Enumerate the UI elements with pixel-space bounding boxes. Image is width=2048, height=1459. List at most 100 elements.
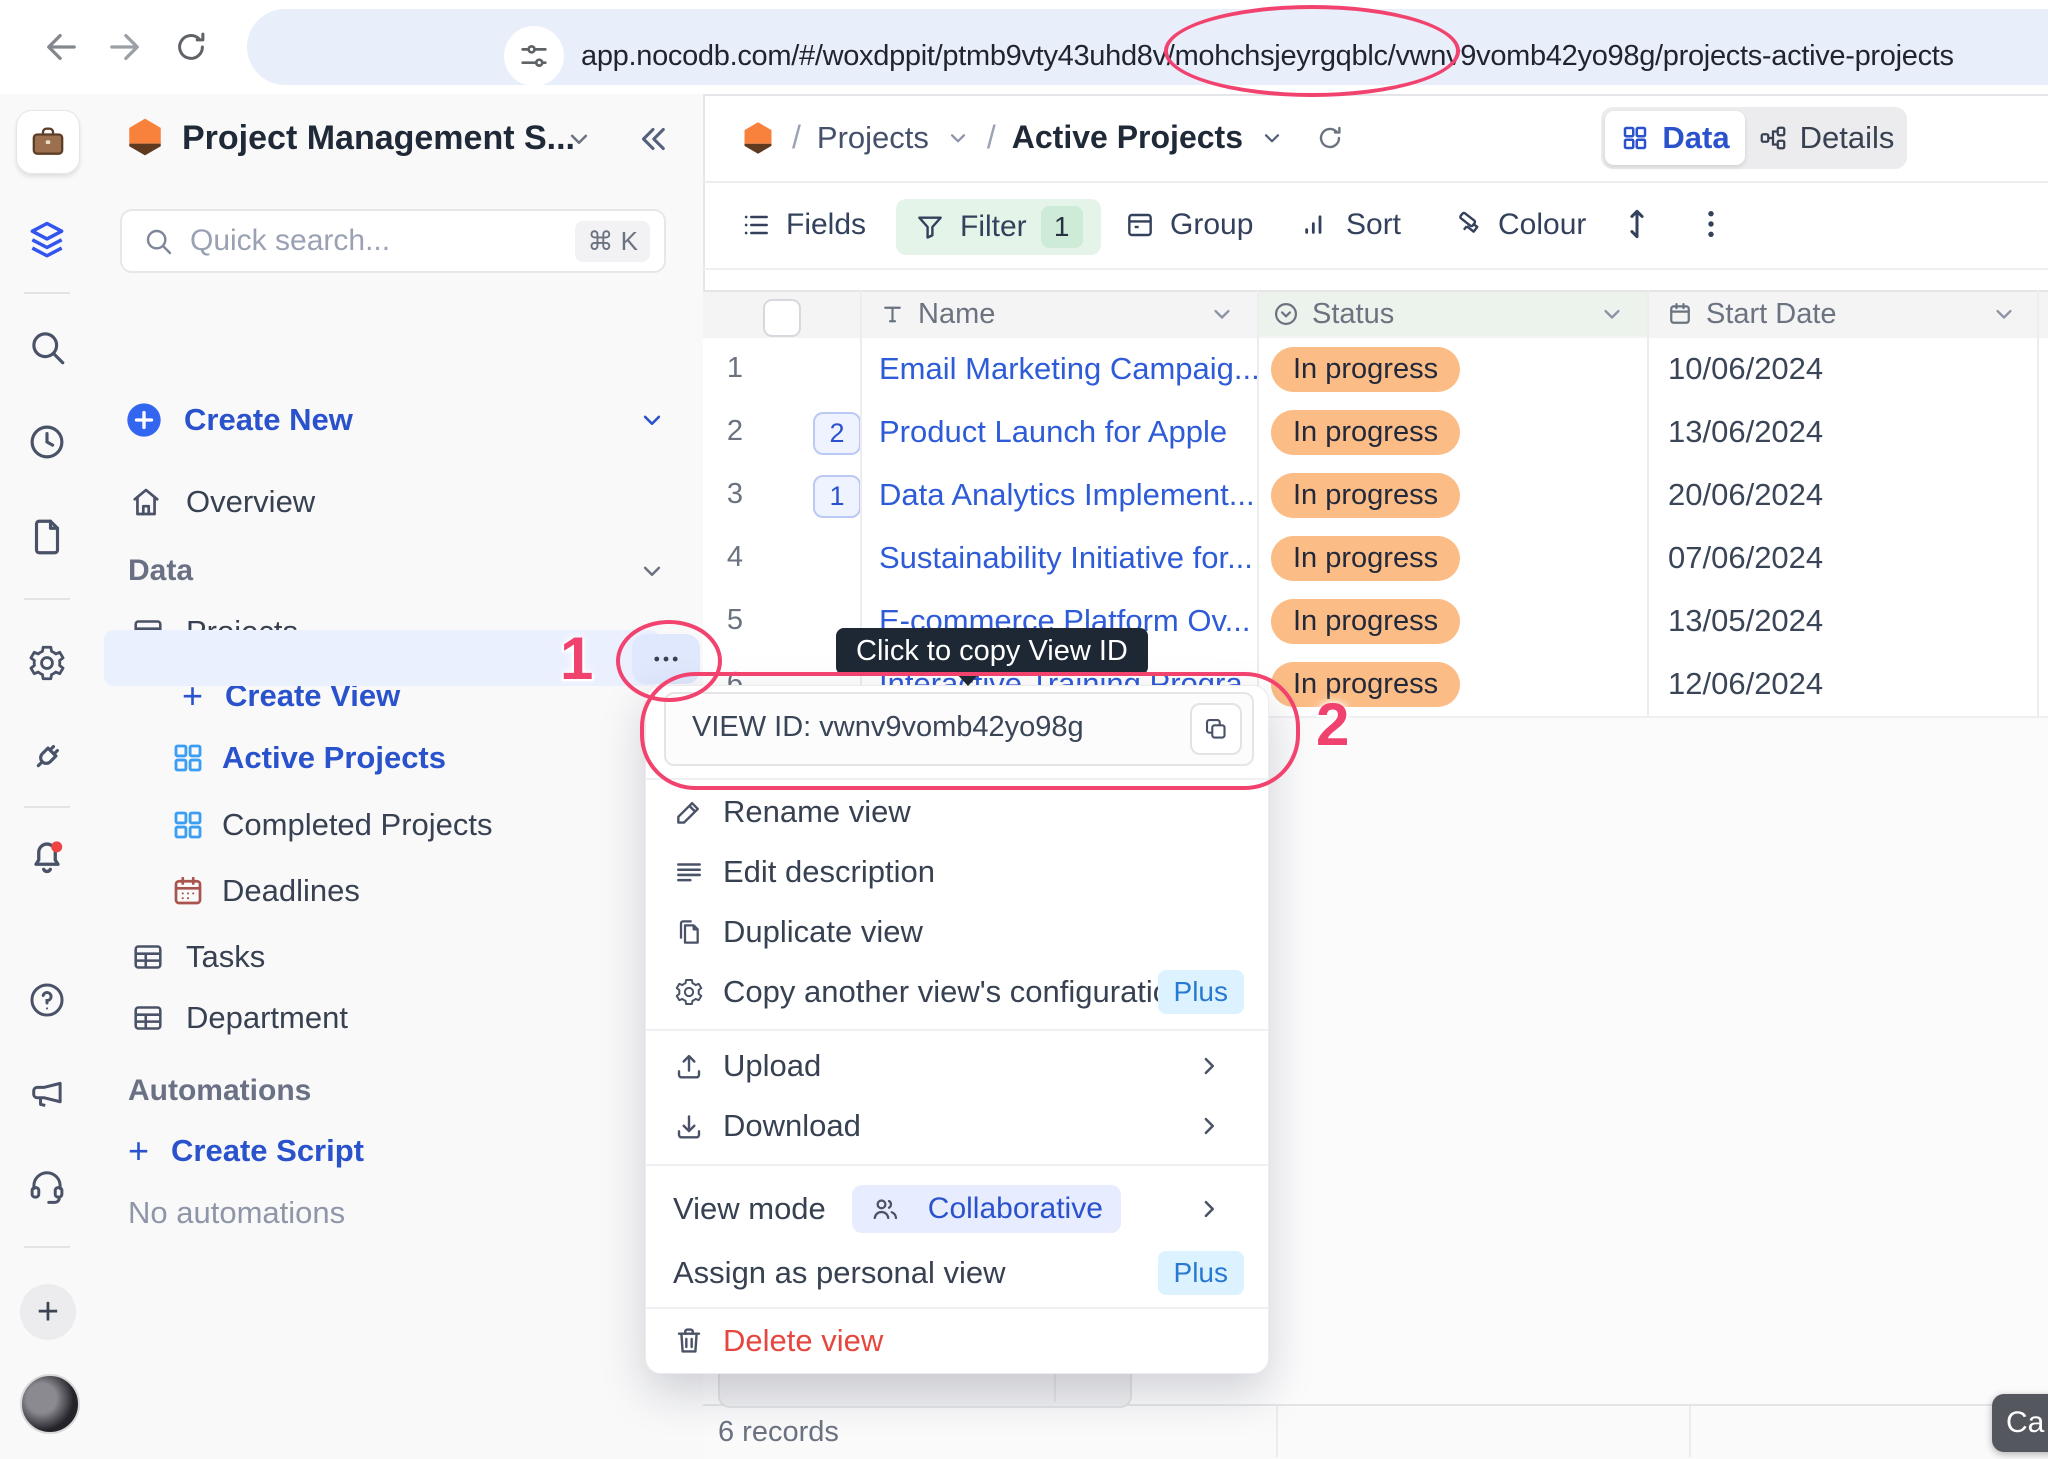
menu-item-edit-description[interactable]: Edit description (646, 843, 1268, 901)
column-header-name[interactable]: Name (879, 290, 995, 338)
support-headset-icon[interactable] (0, 1164, 94, 1206)
cell-start-date[interactable]: 13/05/2024 (1668, 590, 1823, 651)
column-header-status[interactable]: Status (1272, 290, 1394, 338)
user-avatar[interactable] (20, 1374, 80, 1434)
base-menu-chevron-icon[interactable] (564, 124, 594, 154)
search-icon[interactable] (0, 326, 94, 368)
status-badge[interactable]: In progress (1271, 599, 1460, 644)
toolbar-more-icon[interactable] (1692, 205, 1730, 243)
sidebar-view-completed-projects[interactable]: Completed Projects (94, 794, 703, 856)
group-button[interactable]: Group (1124, 181, 1253, 268)
sidebar-item-overview[interactable]: Overview (94, 471, 703, 533)
view-mode-tabs: Data Details (1601, 107, 1907, 169)
browser-reload-icon[interactable] (172, 28, 210, 66)
cell-start-date[interactable]: 07/06/2024 (1668, 527, 1823, 588)
sort-button[interactable]: Sort (1300, 181, 1401, 268)
sidebar-view-deadlines[interactable]: Deadlines (94, 860, 703, 922)
menu-item-copy-view-config[interactable]: Copy another view's configuration Plus (646, 963, 1268, 1021)
search-placeholder: Quick search... (190, 224, 390, 258)
base-title[interactable]: Project Management S... (182, 116, 575, 160)
row-expand-count-badge[interactable]: 1 (813, 475, 861, 518)
cell-start-date[interactable]: 20/06/2024 (1668, 464, 1823, 525)
announcements-megaphone-icon[interactable] (0, 1072, 94, 1114)
sidebar-item-create-script[interactable]: + Create Script (94, 1120, 703, 1182)
row-expand-count-badge[interactable]: 2 (813, 412, 861, 455)
chevron-down-icon[interactable] (945, 125, 971, 151)
filter-button[interactable]: Filter 1 (896, 199, 1101, 255)
status-badge[interactable]: In progress (1271, 536, 1460, 581)
sidebar-view-active-projects[interactable]: Active Projects (94, 727, 703, 789)
menu-item-download[interactable]: Download (646, 1097, 1268, 1155)
search-shortcut-badge: ⌘ K (575, 221, 650, 262)
status-badge[interactable]: In progress (1271, 662, 1460, 707)
sidebar-section-automations: Automations (94, 1060, 703, 1122)
table-row[interactable]: 2 2 Product Launch for Apple In progress… (703, 401, 2048, 466)
help-icon[interactable] (0, 979, 94, 1021)
column-header-start-date[interactable]: Start Date (1666, 290, 1837, 338)
view-id-row[interactable]: VIEW ID: vwnv9vomb42yo98g (664, 692, 1254, 766)
table-row[interactable]: 3 1 Data Analytics Implement... In progr… (703, 464, 2048, 529)
menu-item-delete-view[interactable]: Delete view (646, 1312, 1268, 1370)
search-icon (142, 225, 174, 257)
fields-button[interactable]: Fields (740, 181, 866, 268)
date-column-chevron-icon[interactable] (1990, 300, 2018, 328)
browser-back-icon[interactable] (40, 26, 82, 68)
menu-item-view-mode[interactable]: View mode Collaborative (646, 1180, 1268, 1238)
cell-name-link[interactable]: Data Analytics Implement... (879, 464, 1255, 525)
base-layers-icon[interactable] (0, 218, 94, 262)
status-badge[interactable]: In progress (1271, 410, 1460, 455)
recent-clock-icon[interactable] (0, 421, 94, 463)
copy-view-id-button[interactable] (1190, 703, 1242, 755)
breadcrumb-separator: / (792, 119, 801, 156)
quick-search-input[interactable]: Quick search... ⌘ K (120, 209, 666, 273)
status-badge[interactable]: In progress (1271, 347, 1460, 392)
site-settings-icon[interactable] (504, 26, 564, 86)
status-badge[interactable]: In progress (1271, 473, 1460, 518)
cell-start-date[interactable]: 10/06/2024 (1668, 338, 1823, 399)
table-row[interactable]: 1 Email Marketing Campaig... In progress… (703, 338, 2048, 403)
briefcase-icon (28, 122, 68, 162)
chevron-down-icon[interactable] (1259, 125, 1285, 151)
cell-name-link[interactable]: Sustainability Initiative for... (879, 527, 1253, 588)
table-row[interactable]: 4 Sustainability Initiative for... In pr… (703, 527, 2048, 592)
integrations-plug-icon[interactable] (0, 736, 94, 778)
text-lines-icon (673, 856, 705, 888)
address-bar[interactable]: app.nocodb.com/#/woxdppit/ptmb9vty43uhd8… (247, 9, 2048, 85)
row-number: 5 (717, 590, 753, 651)
cell-start-date[interactable]: 12/06/2024 (1668, 653, 1823, 714)
colour-button[interactable]: Colour (1452, 181, 1586, 268)
docs-file-icon[interactable] (0, 516, 94, 558)
cell-start-date[interactable]: 13/06/2024 (1668, 401, 1823, 462)
breadcrumb-view[interactable]: Active Projects (1012, 119, 1243, 156)
tab-data[interactable]: Data (1605, 111, 1745, 165)
overlay-cancel-button[interactable]: Ca (1992, 1394, 2048, 1452)
refresh-icon[interactable] (1315, 123, 1345, 153)
sidebar-table-department[interactable]: Department (94, 987, 703, 1049)
status-header-label: Status (1312, 298, 1394, 331)
collapse-sidebar-icon[interactable] (634, 120, 672, 158)
sidebar-item-create-new[interactable]: Create New (94, 389, 703, 451)
base-logo-hexagon-icon[interactable] (124, 116, 166, 158)
browser-forward-icon[interactable] (104, 26, 146, 68)
breadcrumb-table[interactable]: Projects (817, 120, 929, 156)
select-all-checkbox[interactable] (763, 299, 801, 337)
notifications-bell-icon[interactable] (0, 834, 94, 878)
menu-item-duplicate-view[interactable]: Duplicate view (646, 903, 1268, 961)
cell-name-link[interactable]: Product Launch for Apple (879, 401, 1227, 462)
name-column-chevron-icon[interactable] (1208, 300, 1236, 328)
row-number: 1 (717, 338, 753, 399)
settings-gear-icon[interactable] (0, 642, 94, 684)
menu-item-upload[interactable]: Upload (646, 1037, 1268, 1095)
cell-name-link[interactable]: Email Marketing Campaig... (879, 338, 1260, 399)
menu-item-assign-personal-view[interactable]: Assign as personal view Plus (646, 1244, 1268, 1302)
status-column-chevron-icon[interactable] (1598, 300, 1626, 328)
tab-details[interactable]: Details (1745, 120, 1907, 156)
menu-item-rename-view[interactable]: Rename view (646, 783, 1268, 841)
view-context-menu-button[interactable] (632, 634, 700, 684)
sidebar-table-tasks[interactable]: Tasks (94, 926, 703, 988)
add-workspace-button[interactable]: + (20, 1284, 76, 1340)
sidebar-section-data[interactable]: Data (94, 540, 703, 602)
workspace-avatar[interactable] (16, 110, 80, 174)
row-height-icon[interactable] (1618, 205, 1656, 243)
home-icon (128, 484, 164, 520)
